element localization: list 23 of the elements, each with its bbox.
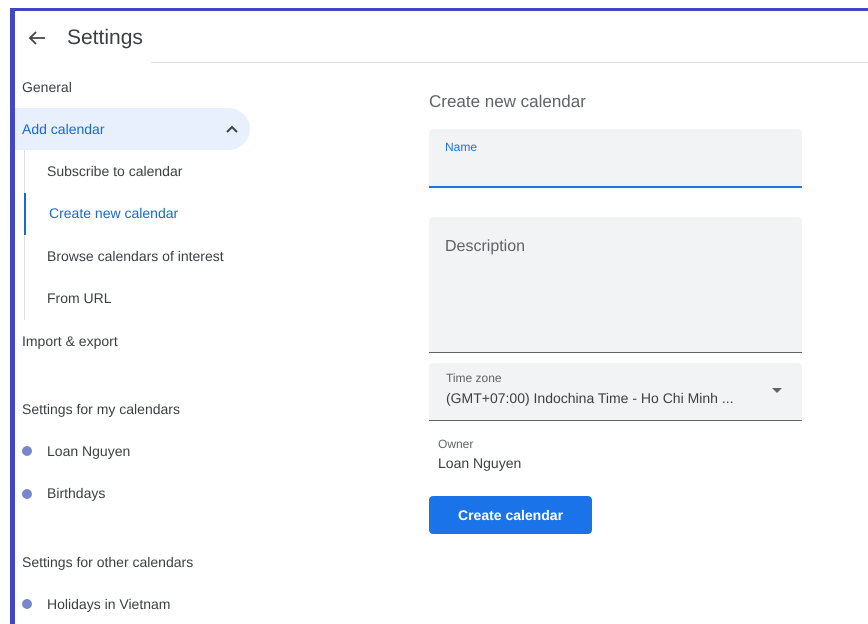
sidebar-subitem[interactable]: Subscribe to calendar <box>25 150 251 192</box>
sidebar-subitem[interactable]: Browse calendars of interest <box>25 235 251 278</box>
calendar-link[interactable]: Holidays in Vietnam <box>47 594 170 615</box>
section-heading: Settings for other calendars <box>21 552 194 572</box>
dropdown-arrow-icon <box>772 388 782 393</box>
page-title: Settings <box>67 24 143 51</box>
name-field[interactable]: Name <box>429 129 802 188</box>
owner-label: Owner <box>438 437 474 451</box>
sidebar-link[interactable]: General <box>15 66 251 108</box>
sidebar-group[interactable]: Add calendar <box>15 108 250 150</box>
create-calendar-button[interactable]: Create calendar <box>429 496 592 534</box>
back-arrow-icon <box>28 30 46 46</box>
description-field[interactable]: Description <box>429 217 802 353</box>
sidebar-subitem[interactable]: Create new calendar <box>24 192 251 235</box>
time-zone-select[interactable]: Time zone (GMT+07:00) Indochina Time - Ho Chi Minh ... <box>429 363 802 421</box>
calendar-link[interactable]: Birthdays <box>47 483 106 504</box>
sidebar-link[interactable]: Import & export <box>15 320 251 362</box>
section-heading: Settings for my calendars <box>21 400 181 419</box>
chevron-up-icon <box>226 125 238 133</box>
form-title: Create new calendar <box>429 91 587 113</box>
sidebar-subitem[interactable]: From URL <box>25 278 251 320</box>
calendar-link[interactable]: Loan Nguyen <box>47 440 130 462</box>
owner-name: Loan Nguyen <box>438 454 522 473</box>
